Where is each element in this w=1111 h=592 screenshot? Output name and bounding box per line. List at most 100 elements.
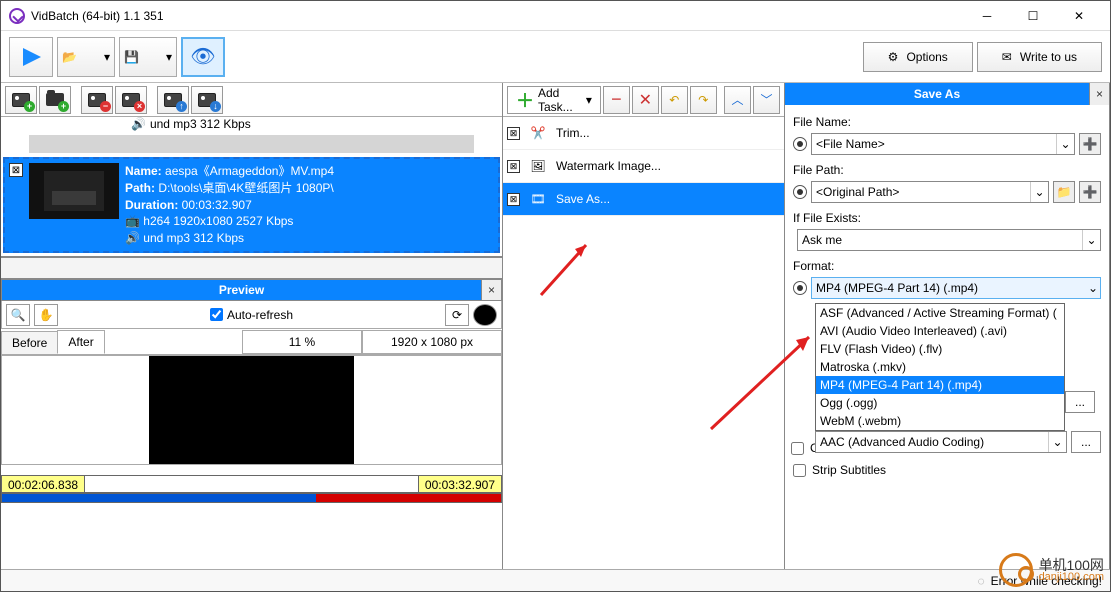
chevron-down-icon[interactable]: ⌄ xyxy=(1048,432,1066,452)
remove-image-x-button[interactable]: × xyxy=(115,86,147,114)
watermark-icon: 🖼 xyxy=(526,156,550,176)
saveas-close-button[interactable]: × xyxy=(1089,83,1109,105)
format-option[interactable]: AVI (Audio Video Interleaved) (.avi) xyxy=(816,322,1064,340)
task-watermark[interactable]: ⊠ 🖼 Watermark Image... xyxy=(503,150,784,183)
file-partial-row: 🔊 und mp3 312 Kbps xyxy=(1,117,502,131)
format-select[interactable]: MP4 (MPEG-4 Part 14) (.mp4) ⌄ xyxy=(811,277,1101,299)
name-value: aespa《Armageddon》MV.mp4 xyxy=(165,164,334,178)
window-title: VidBatch (64-bit) 1.1 351 xyxy=(31,9,964,23)
image-up-button[interactable]: ↑ xyxy=(157,86,189,114)
time-end: 00:03:32.907 xyxy=(418,476,501,492)
add-task-button[interactable]: ＋ Add Task... ▾ xyxy=(507,86,601,114)
pan-button[interactable]: ✋ xyxy=(34,304,58,326)
task-down-button[interactable]: ﹀ xyxy=(753,86,780,114)
audio-icon: 🔊 xyxy=(131,117,146,131)
exists-select[interactable]: Ask me ⌄ xyxy=(797,229,1101,251)
saveas-title: Save As xyxy=(785,87,1089,101)
maximize-button[interactable]: ☐ xyxy=(1010,1,1056,31)
exists-label: If File Exists: xyxy=(793,207,1101,225)
filename-label: File Name: xyxy=(793,111,1101,129)
filename-input[interactable]: <File Name> ⌄ xyxy=(811,133,1075,155)
refresh-button[interactable]: ⟳ xyxy=(445,304,469,326)
audio-select[interactable]: AAC (Advanced Audio Coding) ⌄ xyxy=(815,431,1067,453)
task-close-button[interactable]: ⊠ xyxy=(507,160,520,173)
task-label: Watermark Image... xyxy=(556,159,661,173)
chevron-down-icon[interactable]: ⌄ xyxy=(1056,134,1074,154)
add-folder-button[interactable]: + xyxy=(39,86,71,114)
preview-close-button[interactable]: × xyxy=(481,280,501,300)
zoom-percent: 11 % xyxy=(242,330,362,354)
filename-add-button[interactable]: ➕ xyxy=(1079,133,1101,155)
filepath-add-button[interactable]: ➕ xyxy=(1079,181,1101,203)
file-remove-button[interactable]: ⊠ xyxy=(9,163,23,177)
watermark-logo-icon xyxy=(999,553,1033,587)
chevron-down-icon[interactable]: ⌄ xyxy=(1088,281,1098,295)
task-label: Trim... xyxy=(556,126,590,140)
task-trim[interactable]: ⊠ ✂️ Trim... xyxy=(503,117,784,150)
redo-button[interactable]: ↷ xyxy=(690,86,717,114)
plus-icon: ＋ xyxy=(516,87,534,113)
format-option[interactable]: ASF (Advanced / Active Streaming Format)… xyxy=(816,304,1064,322)
format-label: Format: xyxy=(793,255,1101,273)
folder-open-icon: 📂 xyxy=(62,50,77,64)
auto-refresh-checkbox[interactable]: Auto-refresh xyxy=(210,308,293,322)
file-list[interactable]: 🔊 und mp3 312 Kbps ⊠ Name: aespa《Armaged… xyxy=(1,117,502,257)
preview-toggle-button[interactable]: 👁 xyxy=(181,37,225,77)
minimize-button[interactable]: ─ xyxy=(964,1,1010,31)
task-delete-button[interactable]: ✕ xyxy=(632,86,659,114)
close-button[interactable]: ✕ xyxy=(1056,1,1102,31)
chevron-down-icon: ▾ xyxy=(166,50,172,64)
format-option[interactable]: FLV (Flash Video) (.flv) xyxy=(816,340,1064,358)
filepath-input[interactable]: <Original Path> ⌄ xyxy=(811,181,1049,203)
progress-placeholder xyxy=(29,135,474,153)
record-button[interactable] xyxy=(473,304,497,326)
browse-folder-button[interactable]: 📁 xyxy=(1053,181,1075,203)
image-down-button[interactable]: ↓ xyxy=(191,86,223,114)
format-option[interactable]: Matroska (.mkv) xyxy=(816,358,1064,376)
task-close-button[interactable]: ⊠ xyxy=(507,127,520,140)
play-button[interactable] xyxy=(9,37,53,77)
task-remove-button[interactable]: − xyxy=(603,86,630,114)
dimensions: 1920 x 1080 px xyxy=(362,330,502,354)
save-button[interactable]: 💾▾ xyxy=(119,37,177,77)
path-label: Path: xyxy=(125,181,155,195)
path-value: D:\tools\桌面\4K壁纸图片 1080P\ xyxy=(158,181,333,195)
write-to-us-button[interactable]: ✉ Write to us xyxy=(977,42,1102,72)
open-button[interactable]: 📂▾ xyxy=(57,37,115,77)
format-radio[interactable] xyxy=(793,281,807,295)
status-bar: ◌ Error while checking! xyxy=(1,569,1110,591)
options-button[interactable]: ⚙ Options xyxy=(863,42,973,72)
chevron-down-icon: ▾ xyxy=(586,93,592,107)
task-up-button[interactable]: ︿ xyxy=(724,86,751,114)
filename-radio[interactable] xyxy=(793,137,807,151)
audio-more-button[interactable]: ... xyxy=(1071,431,1101,453)
chevron-down-icon[interactable]: ⌄ xyxy=(1082,230,1100,250)
mail-icon: ✉ xyxy=(1002,50,1012,64)
file-item-selected[interactable]: ⊠ Name: aespa《Armageddon》MV.mp4 Path: D:… xyxy=(3,157,500,253)
timeline-track[interactable] xyxy=(1,493,502,503)
task-list[interactable]: ⊠ ✂️ Trim... ⊠ 🖼 Watermark Image... ⊠ 🎞 … xyxy=(503,117,784,569)
format-option[interactable]: Ogg (.ogg) xyxy=(816,394,1064,412)
format-option[interactable]: WebM (.webm) xyxy=(816,412,1064,430)
timeline[interactable]: 00:02:06.838 00:03:32.907 xyxy=(1,475,502,493)
format-dropdown-list[interactable]: ASF (Advanced / Active Streaming Format)… xyxy=(815,303,1065,431)
floppy-icon: 💾 xyxy=(124,50,139,64)
format-more-button[interactable]: ... xyxy=(1065,391,1095,413)
add-image-button[interactable]: + xyxy=(5,86,37,114)
zoom-button[interactable]: 🔍 xyxy=(6,304,30,326)
tab-before[interactable]: Before xyxy=(1,331,58,354)
preview-title: Preview xyxy=(2,283,481,297)
filepath-radio[interactable] xyxy=(793,185,807,199)
preview-canvas[interactable] xyxy=(1,355,502,465)
trim-icon: ✂️ xyxy=(526,123,550,143)
chevron-down-icon[interactable]: ⌄ xyxy=(1030,182,1048,202)
format-option[interactable]: MP4 (MPEG-4 Part 14) (.mp4) xyxy=(816,376,1064,394)
strip-subtitles-checkbox[interactable] xyxy=(793,464,806,477)
task-saveas[interactable]: ⊠ 🎞 Save As... xyxy=(503,183,784,216)
remove-image-button[interactable]: − xyxy=(81,86,113,114)
task-close-button[interactable]: ⊠ xyxy=(507,193,520,206)
watermark: 单机100网 danji100.com xyxy=(999,553,1104,587)
tab-after[interactable]: After xyxy=(57,330,104,354)
task-toolbar: ＋ Add Task... ▾ − ✕ ↶ ↷ ︿ ﹀ xyxy=(503,83,784,117)
undo-button[interactable]: ↶ xyxy=(661,86,688,114)
